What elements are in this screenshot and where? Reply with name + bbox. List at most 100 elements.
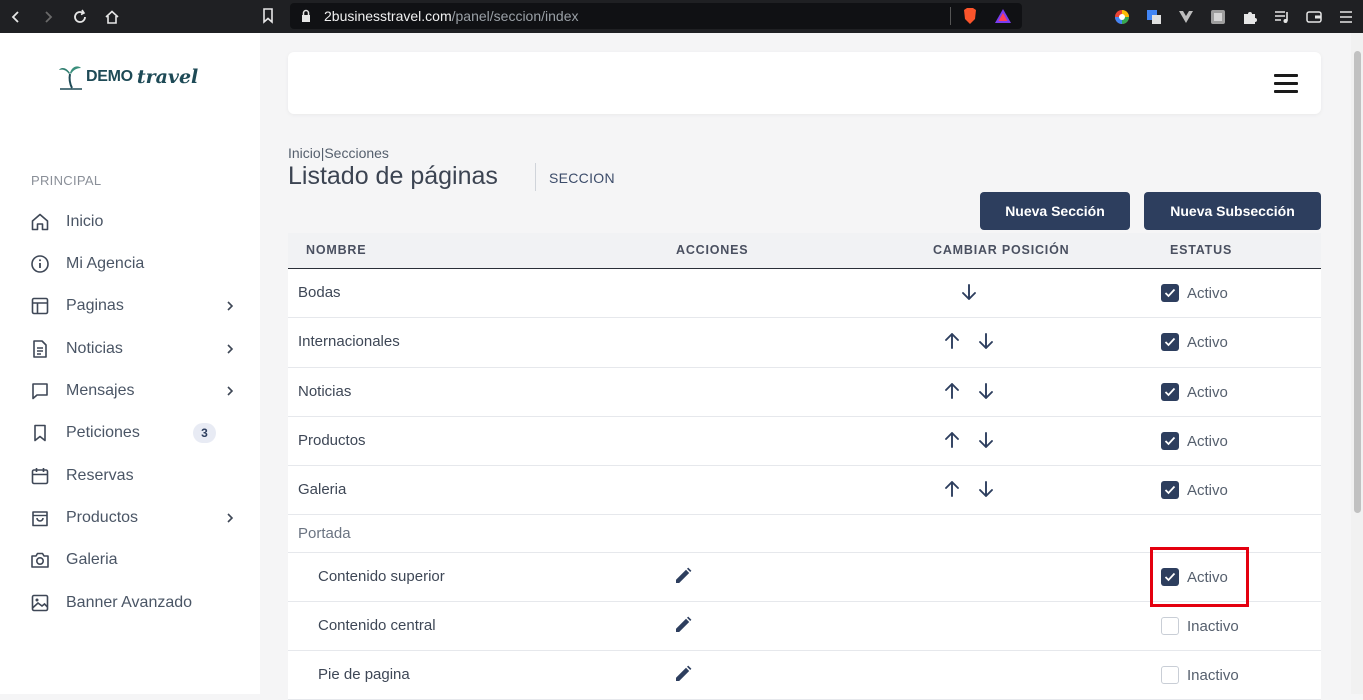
arrow-up-icon[interactable] <box>942 381 962 401</box>
scrollbar-thumb[interactable] <box>1354 51 1361 513</box>
home-icon <box>30 212 50 232</box>
checkbox-checked-icon[interactable] <box>1161 432 1179 450</box>
title-divider <box>535 163 536 191</box>
sidebar-item-peticiones[interactable]: Peticiones 3 <box>30 418 240 448</box>
page-scrollbar[interactable] <box>1351 33 1363 694</box>
status-label: Activo <box>1187 383 1228 401</box>
vuejs-icon[interactable] <box>1177 8 1195 26</box>
sidebar-item-mi-agencia[interactable]: Mi Agencia <box>30 249 240 279</box>
hamburger-menu-icon[interactable] <box>1274 74 1298 93</box>
status-label: Activo <box>1187 333 1228 351</box>
chevron-right-icon <box>222 341 238 362</box>
sidebar-item-galeria[interactable]: Galeria <box>30 545 240 575</box>
sidebar-item-mensajes[interactable]: Mensajes <box>30 376 240 406</box>
checkbox-checked-icon[interactable] <box>1161 284 1179 302</box>
status-toggle[interactable]: Activo <box>1161 481 1228 499</box>
sidebar-item-paginas[interactable]: Paginas <box>30 291 240 321</box>
new-section-button[interactable]: Nueva Sección <box>980 192 1130 230</box>
table-row: Productos Activo <box>288 417 1321 466</box>
column-header-status: ESTATUS <box>1170 243 1233 257</box>
home-icon[interactable] <box>96 0 128 33</box>
row-name: Noticias <box>298 383 352 400</box>
status-toggle[interactable]: Inactivo <box>1161 666 1239 684</box>
arrow-up-icon[interactable] <box>942 331 962 351</box>
status-toggle[interactable]: Inactivo <box>1161 617 1239 635</box>
edit-pencil-icon[interactable] <box>673 566 693 586</box>
brave-shield-icon[interactable] <box>962 7 978 30</box>
logo-text-demo: DEMO <box>86 68 133 85</box>
extension-color-icon[interactable] <box>1113 8 1131 26</box>
brave-rewards-icon[interactable] <box>994 7 1012 30</box>
section-label: PRINCIPAL <box>31 173 102 188</box>
arrow-up-icon[interactable] <box>942 479 962 499</box>
extension-image-icon[interactable] <box>1209 8 1227 26</box>
wallet-icon[interactable] <box>1305 8 1323 26</box>
notification-badge: 3 <box>193 423 216 443</box>
status-toggle[interactable]: Activo <box>1161 383 1228 401</box>
checkbox-checked-icon[interactable] <box>1161 481 1179 499</box>
arrow-down-icon[interactable] <box>976 430 996 450</box>
status-toggle[interactable]: Activo <box>1161 432 1228 450</box>
status-toggle[interactable]: Activo <box>1161 333 1228 351</box>
row-name: Productos <box>298 432 366 449</box>
bookmark-page-icon[interactable] <box>258 6 278 26</box>
status-toggle[interactable]: Activo <box>1161 284 1228 302</box>
checkbox-checked-icon[interactable] <box>1161 333 1179 351</box>
breadcrumb-home-link[interactable]: Inicio <box>288 145 321 161</box>
status-label: Activo <box>1187 432 1228 450</box>
edit-pencil-icon[interactable] <box>673 615 693 635</box>
forward-icon[interactable] <box>32 0 64 33</box>
sidebar-item-noticias[interactable]: Noticias <box>30 334 240 364</box>
table-row: Noticias Activo <box>288 368 1321 417</box>
url-host: 2businesstravel.com <box>324 8 452 24</box>
arrow-down-icon[interactable] <box>976 331 996 351</box>
checkbox-unchecked-icon[interactable] <box>1161 666 1179 684</box>
sidebar-item-label: Productos <box>66 509 139 526</box>
arrow-up-icon[interactable] <box>942 430 962 450</box>
chevron-right-icon <box>222 298 238 319</box>
sidebar-item-label: Galeria <box>66 551 118 568</box>
arrow-down-icon[interactable] <box>959 282 979 302</box>
extensions-puzzle-icon[interactable] <box>1241 8 1259 26</box>
edit-pencil-icon[interactable] <box>673 664 693 684</box>
address-bar[interactable]: 2businesstravel.com/panel/seccion/index <box>290 3 1022 29</box>
sidebar-item-label: Reservas <box>66 467 134 484</box>
column-header-position: CAMBIAR POSICIÓN <box>933 243 1070 257</box>
translate-icon[interactable] <box>1145 8 1163 26</box>
sidebar-item-productos[interactable]: Productos <box>30 503 240 533</box>
sidebar-item-label: Noticias <box>66 340 123 357</box>
calendar-icon <box>30 466 50 486</box>
row-name: Contenido central <box>318 617 436 634</box>
checkbox-checked-icon[interactable] <box>1161 383 1179 401</box>
sidebar-item-inicio[interactable]: Inicio <box>30 207 240 237</box>
media-queue-icon[interactable] <box>1273 8 1291 26</box>
table-row: Internacionales Activo <box>288 318 1321 368</box>
sidebar-item-reservas[interactable]: Reservas <box>30 461 240 491</box>
breadcrumb: Inicio|Secciones <box>288 145 389 161</box>
browser-menu-icon[interactable] <box>1337 8 1355 26</box>
browser-toolbar: 2businesstravel.com/panel/seccion/index <box>0 0 1363 33</box>
new-subsection-button[interactable]: Nueva Subsección <box>1144 192 1321 230</box>
logo[interactable]: DEMO travel <box>58 63 198 91</box>
breadcrumb-current: Secciones <box>324 145 389 161</box>
chevron-right-icon <box>222 383 238 404</box>
table-row: Contenido central Inactivo <box>288 602 1321 651</box>
bookmark-icon <box>30 423 50 443</box>
back-icon[interactable] <box>0 0 32 33</box>
table-header: NOMBRE ACCIONES CAMBIAR POSICIÓN ESTATUS <box>288 233 1321 269</box>
column-header-actions: ACCIONES <box>676 243 749 257</box>
arrow-down-icon[interactable] <box>976 381 996 401</box>
reload-icon[interactable] <box>64 0 96 33</box>
arrow-down-icon[interactable] <box>976 479 996 499</box>
row-name: Galeria <box>298 481 347 498</box>
image-icon <box>30 593 50 613</box>
sidebar-item-label: Mi Agencia <box>66 255 145 272</box>
checkbox-unchecked-icon[interactable] <box>1161 617 1179 635</box>
lock-icon <box>300 9 314 23</box>
sidebar-item-label: Inicio <box>66 213 104 230</box>
info-icon <box>30 254 50 274</box>
sidebar-item-banner-avanzado[interactable]: Banner Avanzado <box>30 588 240 618</box>
row-name: Contenido superior <box>318 568 445 585</box>
status-label: Inactivo <box>1187 666 1239 684</box>
status-label: Activo <box>1187 481 1228 499</box>
